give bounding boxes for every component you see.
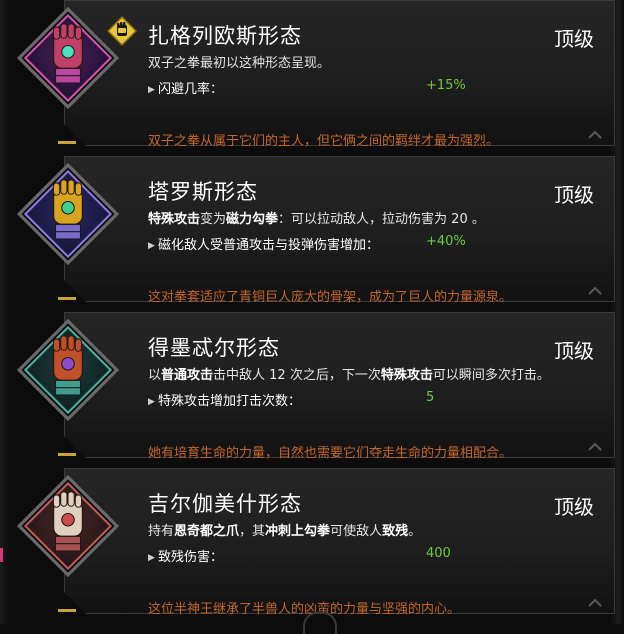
stat-label: 致残伤害： <box>158 550 224 565</box>
gauntlet-zagreus-icon <box>16 6 120 110</box>
aspect-stat: ▶ 特殊攻击增加打击次数： 5 <box>148 390 478 409</box>
corner-ornament-icon <box>588 592 602 607</box>
corner-ornament-icon <box>588 280 602 295</box>
stat-label: 闪避几率： <box>158 82 224 97</box>
aspect-level: 顶级 <box>554 339 594 363</box>
aspect-stat: ▶ 闪避几率： +15% <box>148 78 478 97</box>
description-text: 以 <box>148 368 162 383</box>
bullet-triangle-icon: ▶ <box>148 241 155 251</box>
aspect-panel <box>64 312 615 458</box>
stat-label: 磁化敌人受普通攻击与投弹伤害增加： <box>158 238 380 253</box>
keyword-highlight: 冲刺上勾拳 <box>265 524 331 539</box>
gauntlet-demeter-icon <box>16 318 120 422</box>
selection-underline <box>58 453 76 456</box>
stat-value: +15% <box>426 78 466 93</box>
aspect-level: 顶级 <box>554 495 594 519</box>
description-text: 可以瞬间多次打击。 <box>432 368 550 383</box>
stat-value: 400 <box>426 546 451 561</box>
aspect-card[interactable]: 得墨忒尔形态 顶级 以普通攻击击中敌人 12 次之后，下一次特殊攻击可以瞬间多次打击… <box>0 312 624 462</box>
scroll-more-icon[interactable] <box>303 612 337 634</box>
flavor-text: 这位半神王继承了半兽人的凶蛮的力量与坚强的内心。 <box>148 602 461 617</box>
gauntlet-gilgamesh-icon <box>16 474 120 578</box>
description-text: 变为 <box>200 212 227 227</box>
corner-ornament-icon <box>588 436 602 451</box>
aspect-title: 扎格列欧斯形态 <box>148 24 302 48</box>
flavor-text: 这对拳套适应了青铜巨人庞大的骨架，成为了巨人的力量源泉。 <box>148 290 513 305</box>
description-text: 。 <box>408 524 422 539</box>
aspect-description: 以普通攻击击中敌人 12 次之后，下一次特殊攻击可以瞬间多次打击。 <box>148 364 550 383</box>
stat-value: +40% <box>426 234 466 249</box>
description-text: ：可以拉动敌人，拉动伤害为 20 。 <box>278 212 485 227</box>
selection-underline <box>58 297 76 300</box>
description-text: ，其 <box>239 524 266 539</box>
selection-underline <box>58 609 76 612</box>
equipped-fist-icon <box>106 15 138 47</box>
bullet-triangle-icon: ▶ <box>148 397 155 407</box>
gauntlet-talos-icon <box>16 162 120 266</box>
aspect-card[interactable]: 吉尔伽美什形态 顶级持有恩奇都之爪，其冲刺上勾拳可使敌人致残。 ▶ 致残伤害： 400 这… <box>0 468 624 618</box>
aspect-stat: ▶ 磁化敌人受普通攻击与投弹伤害增加： +40% <box>148 234 478 253</box>
corner-ornament-icon <box>588 124 602 139</box>
aspect-card[interactable]: 扎格列欧斯形态 顶级双子之拳最初以这种形态呈现。 ▶ 闪避几率： +15% 双子之拳从属于… <box>0 0 624 150</box>
aspect-stat: ▶ 致残伤害： 400 <box>148 546 478 565</box>
keyword-highlight: 致残 <box>382 524 409 539</box>
description-text: 双子之拳最初以这种形态呈现。 <box>148 56 331 71</box>
stat-value: 5 <box>426 390 435 405</box>
keyword-highlight: 特殊攻击 <box>148 212 201 227</box>
description-text: 持有 <box>148 524 175 539</box>
description-text: 可使敌人 <box>330 524 383 539</box>
aspect-card[interactable]: 塔罗斯形态 顶级特殊攻击变为磁力勾拳：可以拉动敌人，拉动伤害为 20 。 ▶ 磁化敌人… <box>0 156 624 306</box>
aspect-level: 顶级 <box>554 27 594 51</box>
aspect-title: 塔罗斯形态 <box>148 180 258 204</box>
aspect-description: 持有恩奇都之爪，其冲刺上勾拳可使敌人致残。 <box>148 520 421 539</box>
aspect-panel <box>64 0 615 146</box>
flavor-text: 她有培育生命的力量，自然也需要它们夺走生命的力量相配合。 <box>148 446 513 461</box>
aspect-level: 顶级 <box>554 183 594 207</box>
keyword-highlight: 特殊攻击 <box>380 368 433 383</box>
description-text: 击中敌人 12 次之后，下一次 <box>213 368 381 383</box>
aspect-title: 吉尔伽美什形态 <box>148 492 302 516</box>
aspect-description: 双子之拳最初以这种形态呈现。 <box>148 52 330 71</box>
aspect-panel <box>64 156 615 302</box>
aspect-title: 得墨忒尔形态 <box>148 336 280 360</box>
flavor-text: 双子之拳从属于它们的主人，但它俩之间的羁绊才最为强烈。 <box>148 134 500 149</box>
keyword-highlight: 磁力勾拳 <box>226 212 279 227</box>
selection-underline <box>58 141 76 144</box>
keyword-highlight: 恩奇都之爪 <box>174 524 240 539</box>
bullet-triangle-icon: ▶ <box>148 553 155 563</box>
aspect-panel <box>64 468 615 614</box>
stat-label: 特殊攻击增加打击次数： <box>158 394 302 409</box>
aspect-description: 特殊攻击变为磁力勾拳：可以拉动敌人，拉动伤害为 20 。 <box>148 208 485 227</box>
keyword-highlight: 普通攻击 <box>161 368 214 383</box>
bullet-triangle-icon: ▶ <box>148 85 155 95</box>
